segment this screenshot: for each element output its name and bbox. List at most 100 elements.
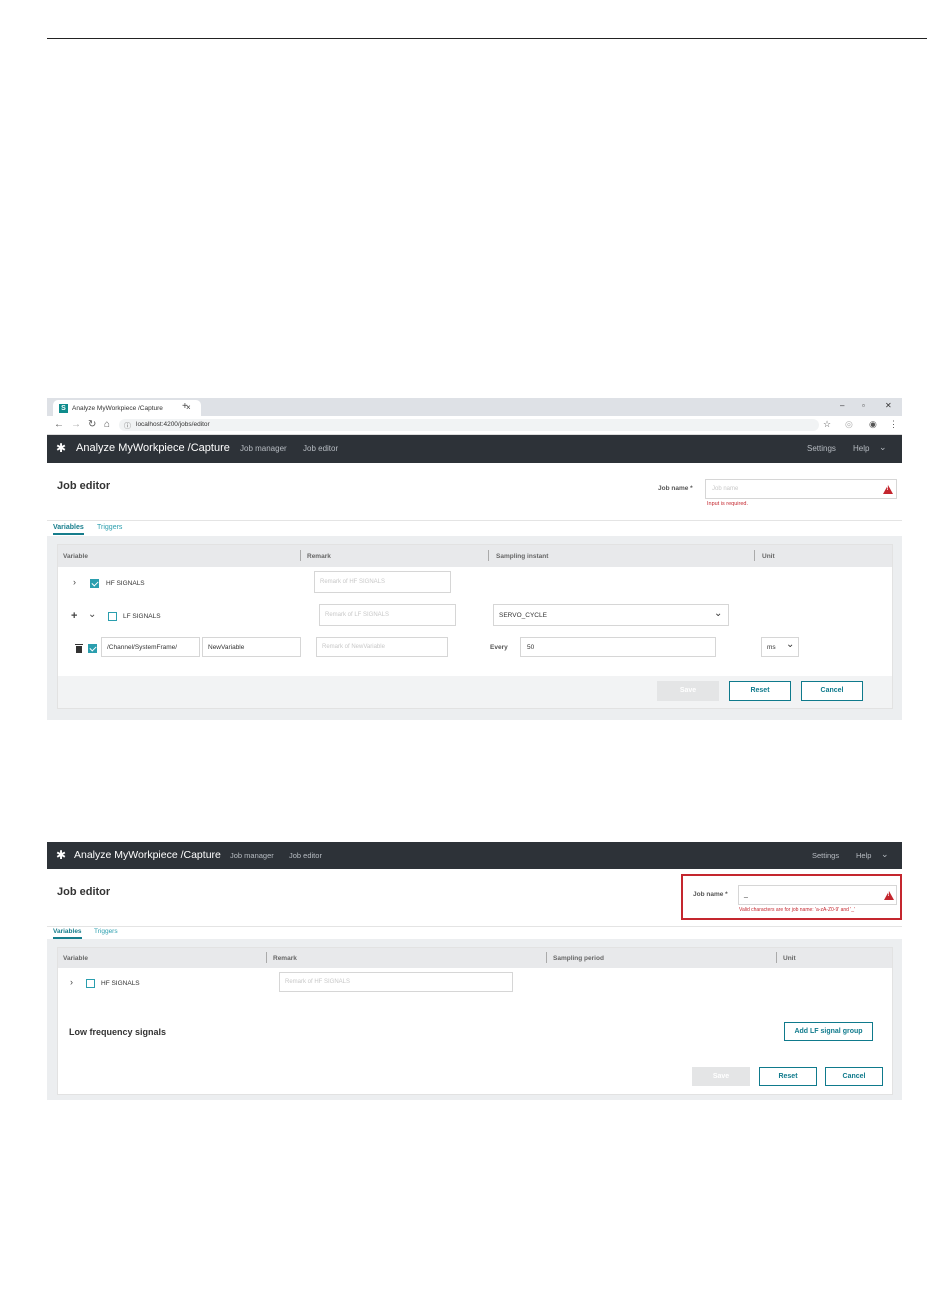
col-divider[interactable] [488, 550, 489, 561]
forward-icon[interactable]: → [71, 419, 81, 430]
job-name-error: Input is required. [707, 501, 748, 507]
url-text: localhost:4200/jobs/editor [136, 421, 210, 428]
reload-icon[interactable]: ↻ [88, 419, 96, 430]
extension-icon[interactable]: ◎ [845, 419, 853, 430]
window-close-icon[interactable]: ✕ [885, 401, 892, 410]
tab-triggers[interactable]: Triggers [97, 524, 122, 531]
favicon-icon: S [59, 404, 68, 413]
variable-remark-input[interactable]: Remark of NewVariable [316, 637, 448, 657]
job-name-label: Job name * [658, 485, 693, 492]
hf-signals-checkbox[interactable] [90, 579, 99, 588]
help-chevron-down-icon[interactable]: ⌄ [881, 849, 889, 860]
hf-remark-input[interactable]: Remark of HF SIGNALS [314, 571, 451, 593]
col-sampling-instant: Sampling instant [496, 553, 549, 560]
variable-remark-placeholder: Remark of NewVariable [322, 644, 385, 650]
tab-strip: Variables Triggers [47, 522, 902, 536]
job-name-placeholder: Job name [712, 486, 739, 492]
expand-chevron-right-icon[interactable]: › [73, 577, 76, 587]
content-area: Variable Remark Sampling instant Unit › … [47, 536, 902, 720]
nav-job-manager[interactable]: Job manager [230, 851, 274, 860]
delete-trash-icon[interactable] [75, 644, 83, 653]
unit-select-value: ms [767, 644, 776, 651]
sampling-select-value: SERVO_CYCLE [499, 612, 547, 619]
page-title: Job editor [57, 480, 111, 492]
content-area: Variable Remark Sampling period Unit › H… [47, 939, 902, 1100]
nav-settings[interactable]: Settings [812, 851, 839, 860]
gear-logo-icon: ✱ [56, 848, 67, 862]
nav-job-editor[interactable]: Job editor [289, 851, 322, 860]
every-value: 50 [527, 644, 535, 651]
lf-remark-placeholder: Remark of LF SIGNALS [325, 612, 390, 618]
nav-settings[interactable]: Settings [807, 444, 836, 453]
tab-variables[interactable]: Variables [53, 524, 84, 535]
job-name-input[interactable]: Job name [705, 479, 897, 499]
browser-tab-strip: S Analyze MyWorkpiece /Capture × + – ▫ ✕ [47, 398, 902, 416]
app-header: ✱ Analyze MyWorkpiece /Capture Job manag… [47, 842, 902, 869]
hf-signals-label: HF SIGNALS [106, 580, 145, 587]
select-chevron-down-icon: ⌄ [714, 608, 723, 619]
home-icon[interactable]: ⌂ [104, 419, 110, 430]
expand-chevron-right-icon[interactable]: › [70, 977, 73, 987]
cancel-button[interactable]: Cancel [825, 1067, 883, 1086]
reset-button[interactable]: Reset [729, 681, 791, 701]
col-divider[interactable] [266, 952, 267, 963]
table-footer: Save Reset Cancel [58, 676, 892, 708]
nav-help[interactable]: Help [853, 444, 869, 453]
save-button[interactable]: Save [692, 1067, 750, 1086]
col-divider[interactable] [776, 952, 777, 963]
col-divider[interactable] [754, 550, 755, 561]
tab-variables[interactable]: Variables [53, 928, 82, 939]
cancel-button[interactable]: Cancel [801, 681, 863, 701]
lf-signals-checkbox[interactable] [108, 612, 117, 621]
hf-remark-placeholder: Remark of HF SIGNALS [320, 579, 386, 585]
hf-signals-checkbox[interactable] [86, 979, 95, 988]
sampling-select[interactable]: SERVO_CYCLE ⌄ [493, 604, 729, 626]
col-divider[interactable] [546, 952, 547, 963]
job-name-input[interactable]: _ [738, 885, 897, 905]
col-sampling-period: Sampling period [553, 955, 604, 962]
add-lf-signal-group-button[interactable]: Add LF signal group [784, 1022, 873, 1041]
reset-button[interactable]: Reset [759, 1067, 817, 1086]
hf-signals-label: HF SIGNALS [101, 980, 140, 987]
nav-job-manager[interactable]: Job manager [240, 444, 287, 453]
page-header: Job editor Job name * _ Valid characters… [47, 869, 902, 927]
menu-kebab-icon[interactable]: ⋮ [889, 419, 898, 430]
back-icon[interactable]: ← [54, 419, 64, 430]
info-icon: ⓘ [124, 423, 131, 430]
col-divider[interactable] [300, 550, 301, 561]
warning-icon [884, 891, 894, 900]
every-value-input[interactable]: 50 [520, 637, 716, 657]
nav-job-editor[interactable]: Job editor [303, 444, 338, 453]
address-bar[interactable]: ⓘ localhost:4200/jobs/editor [119, 419, 819, 431]
unit-chevron-down-icon: ⌄ [786, 639, 795, 650]
variable-name-value: NewVariable [208, 644, 245, 651]
lf-remark-input[interactable]: Remark of LF SIGNALS [319, 604, 456, 626]
variable-name-input[interactable]: NewVariable [202, 637, 301, 657]
restore-icon[interactable]: ▫ [862, 401, 865, 410]
variable-path-input[interactable]: /Channel/SystemFrame/ [101, 637, 200, 657]
job-name-error: Valid characters are for job name: 'a-zA… [739, 907, 856, 913]
add-plus-icon[interactable]: + [71, 610, 77, 622]
tab-triggers[interactable]: Triggers [94, 928, 118, 935]
save-button[interactable]: Save [657, 681, 719, 701]
job-name-value: _ [744, 891, 748, 898]
col-remark: Remark [307, 553, 331, 560]
nav-help[interactable]: Help [856, 851, 871, 860]
minimize-icon[interactable]: – [840, 401, 844, 410]
hf-remark-input[interactable]: Remark of HF SIGNALS [279, 972, 513, 992]
browser-tab[interactable]: S Analyze MyWorkpiece /Capture × [53, 400, 201, 416]
hf-remark-placeholder: Remark of HF SIGNALS [285, 979, 351, 985]
browser-toolbar: ← → ↻ ⌂ ⓘ localhost:4200/jobs/editor ☆ ◎… [47, 416, 902, 435]
browser-tab-title: Analyze MyWorkpiece /Capture [72, 405, 163, 412]
new-tab-button[interactable]: + [182, 401, 188, 412]
profile-icon[interactable]: ◉ [869, 419, 877, 430]
bookmark-star-icon[interactable]: ☆ [823, 419, 831, 430]
variable-checkbox[interactable] [88, 644, 97, 653]
col-variable: Variable [63, 553, 88, 560]
collapse-chevron-down-icon[interactable]: ⌄ [88, 609, 96, 620]
col-unit: Unit [762, 553, 775, 560]
top-rule [47, 38, 927, 39]
table-header: Variable Remark Sampling instant Unit [58, 545, 892, 567]
help-chevron-down-icon[interactable]: ⌄ [879, 442, 887, 453]
unit-select[interactable]: ms ⌄ [761, 637, 799, 657]
